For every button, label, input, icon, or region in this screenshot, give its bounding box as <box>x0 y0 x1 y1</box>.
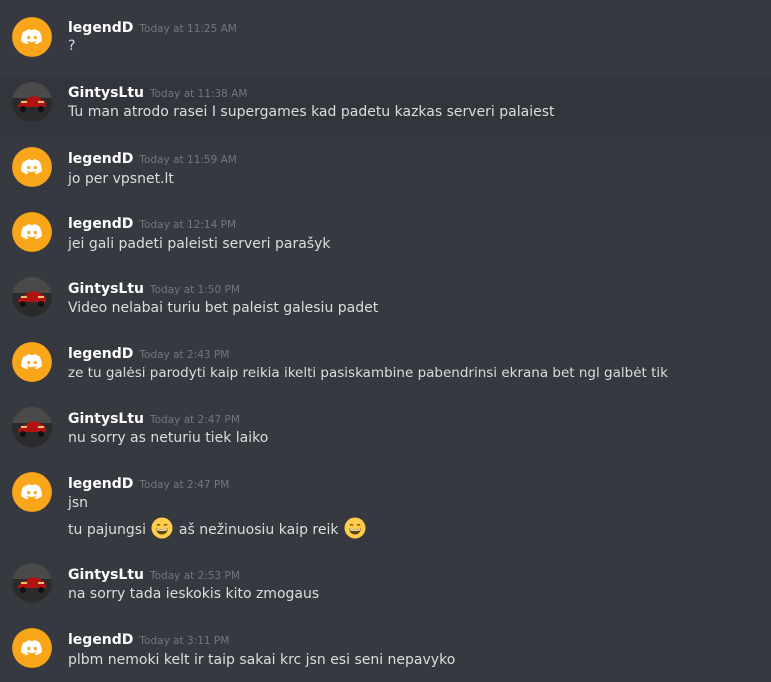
discord-logo-icon[interactable] <box>12 147 52 187</box>
red-car-icon[interactable] <box>12 563 52 603</box>
message-header: GintysLtu Today at 2:53 PM <box>68 564 240 584</box>
timestamp: Today at 11:25 AM <box>139 23 237 35</box>
author-name[interactable]: legendD <box>68 632 133 648</box>
message-text: nu sorry as neturiu tiek laiko <box>68 430 269 446</box>
message-text: na sorry tada ieskokis kito zmogaus <box>68 586 320 602</box>
message-text: jo per vpsnet.lt <box>68 171 174 187</box>
author-name[interactable]: legendD <box>68 216 133 232</box>
message-text-with-emoji: tu pajungsi aš nežinuosiu kaip reik <box>68 517 367 539</box>
message: legendD Today at 11:25 AM ? <box>0 0 771 78</box>
message-text: Tu man atrodo rasei I supergames kad pad… <box>68 104 555 120</box>
discord-logo-icon[interactable] <box>12 628 52 668</box>
red-car-icon[interactable] <box>12 277 52 317</box>
grinning-smile-emoji[interactable] <box>344 517 366 539</box>
message: GintysLtu Today at 11:38 AM Tu man atrodo… <box>0 78 771 135</box>
message: GintysLtu Today at 1:50 PM Video nelabai … <box>0 266 771 331</box>
message-header: legendD Today at 11:59 AM <box>68 148 237 168</box>
message-text: jsn <box>68 495 89 511</box>
message-text-part: aš nežinuosiu kaip reik <box>178 522 339 538</box>
timestamp: Today at 2:47 PM <box>139 479 230 491</box>
message-header: legendD Today at 11:25 AM <box>68 17 237 37</box>
message: legendD Today at 11:59 AM jo per vpsnet.l… <box>0 135 771 201</box>
discord-logo-icon[interactable] <box>12 212 52 252</box>
author-name[interactable]: legendD <box>68 476 133 492</box>
timestamp: Today at 11:38 AM <box>150 88 248 100</box>
message-header: legendD Today at 2:47 PM <box>68 473 229 493</box>
message-text: ze tu galėsi parodyti kaip reikia ikelti… <box>68 365 668 381</box>
timestamp: Today at 11:59 AM <box>139 154 237 166</box>
timestamp: Today at 2:53 PM <box>150 570 240 582</box>
discord-logo-icon[interactable] <box>12 17 52 57</box>
author-name[interactable]: GintysLtu <box>68 85 144 101</box>
red-car-icon[interactable] <box>12 82 52 122</box>
timestamp: Today at 2:47 PM <box>150 414 240 426</box>
message: legendD Today at 2:47 PM jsn tu pajungsi … <box>0 461 771 553</box>
message: GintysLtu Today at 2:53 PM na sorry tada … <box>0 553 771 617</box>
message: legendD Today at 12:14 PM jei gali padeti… <box>0 201 771 266</box>
author-name[interactable]: legendD <box>68 151 133 167</box>
message-text: plbm nemoki kelt ir taip sakai krc jsn e… <box>68 652 456 668</box>
message-text: ? <box>68 38 76 54</box>
red-car-icon[interactable] <box>12 407 52 447</box>
grinning-smile-emoji[interactable] <box>151 517 173 539</box>
message-header: legendD Today at 3:11 PM <box>68 629 229 649</box>
message-header: GintysLtu Today at 2:47 PM <box>68 408 240 428</box>
message: GintysLtu Today at 2:47 PM nu sorry as ne… <box>0 396 771 461</box>
message-text-part: tu pajungsi <box>68 522 146 538</box>
chat-message-list: legendD Today at 11:25 AM ? GintysLtu Toda… <box>0 0 771 682</box>
message-text: jei gali padeti paleisti serveri parašyk <box>68 236 331 252</box>
author-name[interactable]: GintysLtu <box>68 411 144 427</box>
timestamp: Today at 2:43 PM <box>139 349 230 361</box>
timestamp: Today at 3:11 PM <box>139 635 230 647</box>
message: legendD Today at 2:43 PM ze tu galėsi par… <box>0 331 771 396</box>
author-name[interactable]: legendD <box>68 20 133 36</box>
message-header: legendD Today at 12:14 PM <box>68 213 236 233</box>
author-name[interactable]: GintysLtu <box>68 567 144 583</box>
discord-logo-icon[interactable] <box>12 342 52 382</box>
author-name[interactable]: legendD <box>68 346 133 362</box>
message: legendD Today at 3:11 PM plbm nemoki kelt… <box>0 617 771 682</box>
timestamp: Today at 12:14 PM <box>139 219 237 231</box>
message-header: GintysLtu Today at 1:50 PM <box>68 278 240 298</box>
message-header: GintysLtu Today at 11:38 AM <box>68 82 247 102</box>
author-name[interactable]: GintysLtu <box>68 281 144 297</box>
timestamp: Today at 1:50 PM <box>150 284 240 296</box>
message-text: Video nelabai turiu bet paleist galesiu … <box>68 300 379 316</box>
message-header: legendD Today at 2:43 PM <box>68 343 229 363</box>
discord-logo-icon[interactable] <box>12 472 52 512</box>
